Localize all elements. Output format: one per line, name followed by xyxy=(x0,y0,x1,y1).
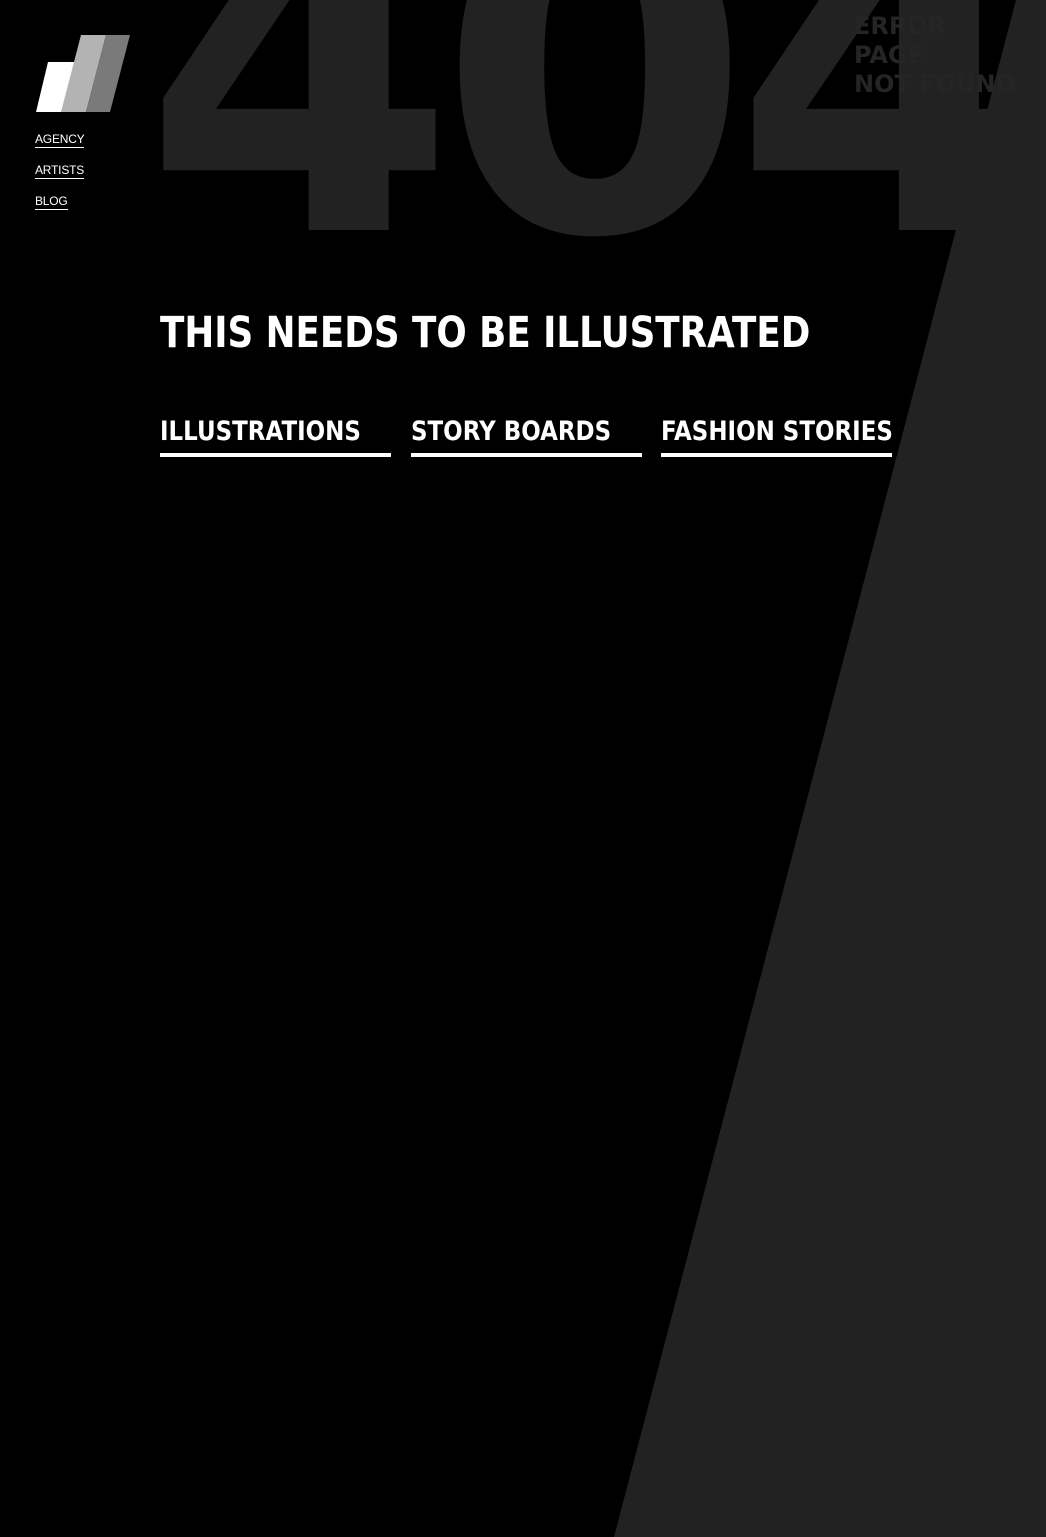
nav-item-artists: ARTISTS xyxy=(35,161,84,192)
nav-item-agency: AGENCY xyxy=(35,130,85,161)
category-label-fashion-stories: FASHION STORIES xyxy=(661,416,893,447)
category-label-illustrations: ILLUSTRATIONS xyxy=(160,416,361,447)
nav-link-agency[interactable]: AGENCY xyxy=(35,132,85,148)
page: 404 ERROR PAGE NOT FOUND AGENCY ARTISTS … xyxy=(0,0,1046,1537)
error-note-line-2: PAGE xyxy=(854,41,925,69)
nav-link-artists[interactable]: ARTISTS xyxy=(35,163,84,179)
category-link-fashion-stories[interactable]: FASHION STORIES xyxy=(661,414,893,457)
error-note-line-1: ERROR xyxy=(854,12,947,40)
category-links: ILLUSTRATIONS STORY BOARDS FASHION STORI… xyxy=(160,414,893,457)
category-link-story-boards[interactable]: STORY BOARDS xyxy=(410,414,642,457)
error-note: ERROR PAGE NOT FOUND xyxy=(854,12,1016,99)
category-label-story-boards: STORY BOARDS xyxy=(410,416,611,447)
logo-home-link[interactable] xyxy=(36,34,132,114)
category-link-illustrations[interactable]: ILLUSTRATIONS xyxy=(160,414,391,457)
stepped-parallelogram-logo-icon xyxy=(36,35,130,112)
main-navigation: AGENCY ARTISTS BLOG xyxy=(35,130,85,223)
nav-link-blog[interactable]: BLOG xyxy=(35,194,68,210)
page-headline: THIS NEEDS TO BE ILLUSTRATED xyxy=(160,308,811,358)
error-note-line-3: NOT FOUND xyxy=(854,70,1016,98)
nav-item-blog: BLOG xyxy=(35,192,84,223)
